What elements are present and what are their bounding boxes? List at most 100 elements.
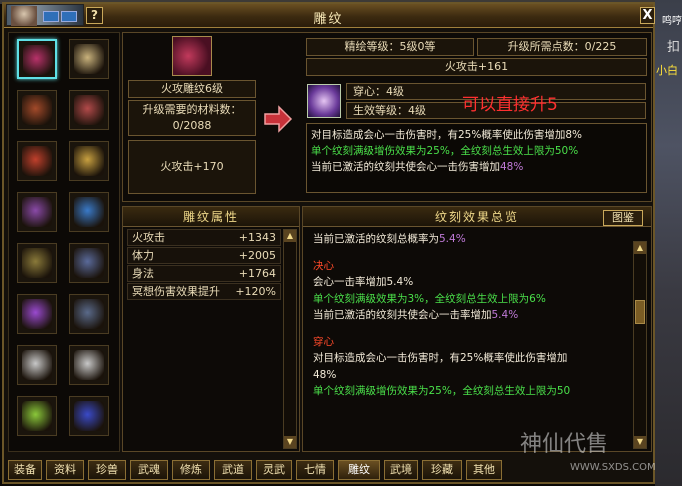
item-white-ornament-2[interactable] xyxy=(69,345,109,385)
item-beast-mask-icon xyxy=(22,95,52,125)
item-ring-icon xyxy=(74,44,104,74)
upgrade-points: 升级所需点数：0/225 xyxy=(477,38,647,56)
watermark-logo: 神仙代售 xyxy=(520,432,609,457)
window-title: 雕纹 xyxy=(313,12,344,27)
scene-chat-text: 鸣哼 xyxy=(662,16,682,27)
item-gauntlet-icon xyxy=(74,248,104,278)
item-bracelet[interactable] xyxy=(69,90,109,130)
item-belt-icon xyxy=(22,248,52,278)
attribute-row: 冥想伤害效果提升 +120% xyxy=(127,283,281,300)
carving-item-grid xyxy=(8,32,120,452)
carving-name: 火攻雕纹6级 xyxy=(128,80,256,98)
item-gauntlet[interactable] xyxy=(69,243,109,283)
item-gold-scroll[interactable] xyxy=(69,141,109,181)
item-ring[interactable] xyxy=(69,39,109,79)
item-purple-claw-icon xyxy=(22,197,52,227)
effect-title: 决心 xyxy=(313,259,334,272)
description-line: 当前已激活的纹刻共使会心一击伤害增加48% xyxy=(311,161,524,173)
item-amulet-icon xyxy=(22,401,52,431)
attributes-header: 雕纹属性 xyxy=(123,207,299,227)
item-white-ornament[interactable] xyxy=(17,345,57,385)
effects-scrollbar[interactable]: ▲ ▼ xyxy=(633,241,647,449)
titlebar[interactable]: ? 雕纹 X xyxy=(4,4,655,28)
tab-11[interactable]: 其他 xyxy=(466,460,502,480)
attribute-row: 身法 +1764 xyxy=(127,265,281,282)
item-white-ornament-2-icon xyxy=(74,350,104,380)
effect-line: 当前已激活的纹刻共使会心一击率增加5.4% xyxy=(313,309,519,321)
item-carving-1-icon xyxy=(23,45,53,75)
item-purple-blade-icon xyxy=(22,299,52,329)
attribute-name: 体力 xyxy=(132,249,154,262)
scene-player-name: 小白 xyxy=(656,64,678,77)
tab-0[interactable]: 装备 xyxy=(8,460,42,480)
effects-header: 纹刻效果总览 xyxy=(303,207,651,227)
item-bracelet-icon xyxy=(74,95,104,125)
game-scene-right: 鸣哼 扣 小白 xyxy=(655,0,682,486)
item-blue-crest-icon xyxy=(74,401,104,431)
description-line: 对目标造成会心一击伤害时，有25%概率使此伤害增加8% xyxy=(311,129,582,141)
scroll-down-icon[interactable]: ▼ xyxy=(284,436,296,448)
item-blue-sword[interactable] xyxy=(69,192,109,232)
item-boots-icon xyxy=(74,299,104,329)
attribute-value: +120% xyxy=(235,285,276,298)
item-boots[interactable] xyxy=(69,294,109,334)
next-attribute: 火攻击+161 xyxy=(306,58,647,76)
tab-4[interactable]: 修炼 xyxy=(172,460,210,480)
tab-10[interactable]: 珍藏 xyxy=(422,460,462,480)
item-blue-crest[interactable] xyxy=(69,396,109,436)
scroll-up-icon[interactable]: ▲ xyxy=(634,242,646,254)
tab-8[interactable]: 雕纹 xyxy=(338,460,380,480)
carving-attributes-panel: 雕纹属性 火攻击 +1343 体力 +2005 身法 +1764 冥想伤害效果提升 +120%… xyxy=(122,206,300,452)
annotation-text: 可以直接升5 xyxy=(462,95,558,115)
close-button[interactable]: X xyxy=(640,7,655,24)
materials-label: 升级需要的材料数： xyxy=(142,103,242,116)
attribute-row: 火攻击 +1343 xyxy=(127,229,281,246)
tab-3[interactable]: 武魂 xyxy=(130,460,168,480)
effect-title: 穿心 xyxy=(313,335,334,348)
item-blue-sword-icon xyxy=(74,197,104,227)
item-red-scroll[interactable] xyxy=(17,141,57,181)
attribute-value: +2005 xyxy=(238,249,276,262)
effects-list: 当前已激活的纹刻总概率为5.4% 决心 会心一击率增加5.4% 单个纹刻满级效果为3%… xyxy=(313,231,629,449)
pierce-gem-icon[interactable] xyxy=(307,84,341,118)
description-line: 单个纹刻满级增伤效果为25%，全纹刻总生效上限为50% xyxy=(311,145,579,157)
effects-spacer xyxy=(313,248,629,258)
scroll-up-icon[interactable]: ▲ xyxy=(284,230,296,242)
attribute-value: +1343 xyxy=(238,231,276,244)
attributes-scrollbar[interactable]: ▲ ▼ xyxy=(283,229,297,449)
item-carving-1[interactable] xyxy=(17,39,57,79)
codex-button[interactable]: 图鉴 xyxy=(603,210,643,226)
materials-value: 0/2088 xyxy=(172,119,212,132)
item-gold-scroll-icon xyxy=(74,146,104,176)
watermark-url: WWW.SXDS.COM xyxy=(570,462,656,473)
current-attribute: 火攻击+170 xyxy=(128,140,256,194)
carving-icon[interactable] xyxy=(172,36,212,76)
effects-overview-panel: 纹刻效果总览 图鉴 当前已激活的纹刻总概率为5.4% 决心 会心一击率增加5.4% 单… xyxy=(302,206,652,452)
attribute-name: 冥想伤害效果提升 xyxy=(132,285,220,298)
tab-5[interactable]: 武道 xyxy=(214,460,252,480)
effect-line: 48% xyxy=(313,368,337,381)
scroll-thumb[interactable] xyxy=(635,300,645,324)
item-purple-claw[interactable] xyxy=(17,192,57,232)
attribute-row: 体力 +2005 xyxy=(127,247,281,264)
effect-description: 对目标造成会心一击伤害时，有25%概率使此伤害增加8% 单个纹刻满级增伤效果为25… xyxy=(306,123,647,193)
effect-line: 单个纹刻满级效果为3%，全纹刻总生效上限为6% xyxy=(313,292,546,305)
tab-9[interactable]: 武境 xyxy=(384,460,418,480)
tab-7[interactable]: 七情 xyxy=(296,460,334,480)
effect-line: 单个纹刻满级增伤效果为25%，全纹刻总生效上限为50 xyxy=(313,385,571,397)
effect-line: 会心一击率增加5.4% xyxy=(313,276,414,288)
tab-2[interactable]: 珍兽 xyxy=(88,460,126,480)
item-purple-blade[interactable] xyxy=(17,294,57,334)
tab-6[interactable]: 灵武 xyxy=(256,460,292,480)
scene-side-text: 扣 xyxy=(666,40,680,55)
item-red-scroll-icon xyxy=(22,146,52,176)
materials-box: 升级需要的材料数： 0/2088 xyxy=(128,100,256,136)
tab-1[interactable]: 资料 xyxy=(46,460,84,480)
item-amulet[interactable] xyxy=(17,396,57,436)
attribute-value: +1764 xyxy=(238,267,276,280)
upgrade-arrow-icon[interactable] xyxy=(263,104,293,134)
item-white-ornament-icon xyxy=(22,350,52,380)
item-belt[interactable] xyxy=(17,243,57,283)
effects-spacer xyxy=(313,324,629,334)
item-beast-mask[interactable] xyxy=(17,90,57,130)
